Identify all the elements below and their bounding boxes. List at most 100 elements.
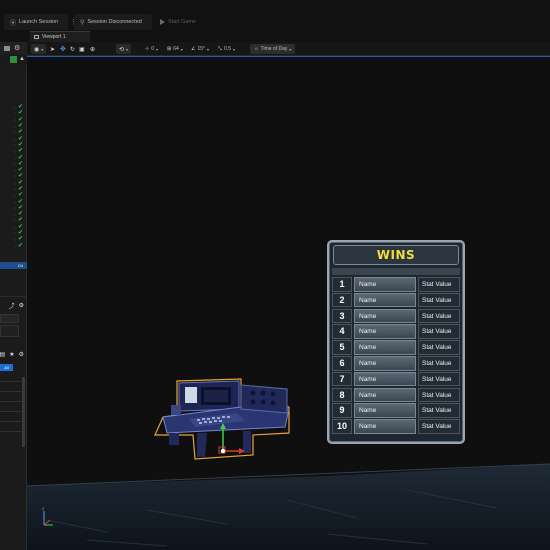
rotation-snap-setting[interactable]: ∠ 15° ▾ (191, 44, 209, 54)
check-icon: ✔ (17, 110, 23, 117)
row-options-icon[interactable]: ⋮ (13, 244, 16, 248)
check-icon: ✔ (17, 160, 23, 167)
selected-row-label: Dir (18, 263, 24, 268)
leaderboard-row: 3 Name Stat Value (332, 308, 460, 324)
row-options-icon[interactable]: ⋮ (13, 174, 16, 178)
leaderboard-row: 9 Name Stat Value (332, 403, 460, 418)
viewport-tab-label: Viewport 1 (42, 34, 66, 40)
leaderboard-row: 8 Name Stat Value (332, 387, 460, 403)
row-rank: 7 (332, 371, 352, 387)
view-options-button[interactable]: ◉ ▾ (31, 44, 47, 54)
row-options-icon[interactable]: ⋮ (13, 181, 16, 185)
scale-snap-value: 0.5 (224, 46, 231, 52)
folder-icon[interactable] (4, 45, 10, 51)
magnet-icon: ⊹ (145, 46, 150, 52)
filter-tag[interactable]: All (0, 364, 13, 371)
tab-viewport-1[interactable]: Viewport 1 (30, 31, 90, 42)
leaderboard-row: 6 Name Stat Value (332, 356, 460, 371)
row-options-icon[interactable]: ⋮ (13, 206, 16, 210)
rotate-tool[interactable]: ↻ (70, 44, 75, 54)
row-rank: 2 (332, 292, 352, 308)
check-icon: ✔ (17, 217, 23, 224)
outliner-row[interactable]: ⋮ ✔ (0, 243, 27, 249)
launch-session-label: Launch Session (19, 19, 59, 25)
row-options-icon[interactable]: ⋮ (13, 143, 16, 147)
scale-tool[interactable]: ▣ (79, 44, 85, 54)
wins-leaderboard[interactable]: WINS 1 Name Stat Value 2 Name Stat Value 3 Name… (327, 240, 465, 444)
grid-snap-setting[interactable]: ⊞ 64 ▾ (167, 44, 183, 54)
row-player-name: Name (354, 324, 416, 339)
warning-icon[interactable]: ▲ (19, 56, 25, 62)
share-icon[interactable]: ⤴ (9, 301, 15, 310)
row-options-icon[interactable]: ⋮ (13, 231, 16, 235)
row-options-icon[interactable]: ⋮ (13, 162, 16, 166)
time-of-day-label: Time of Day (260, 46, 288, 52)
row-player-name: Name (354, 387, 416, 403)
row-options-icon[interactable]: ⋮ (13, 193, 16, 197)
row-options-icon[interactable]: ⋮ (13, 237, 16, 241)
scrollbar[interactable] (22, 377, 25, 447)
check-icon: ✔ (17, 116, 23, 123)
panel-divider (0, 296, 27, 297)
outliner-selected-row[interactable]: Dir (0, 262, 27, 269)
visibility-icon[interactable] (10, 56, 17, 63)
snap-angle-setting[interactable]: ⊹ 0 ▾ (145, 44, 158, 54)
viewport-tab-row: Viewport 1 (0, 30, 550, 42)
row-options-icon[interactable]: ⋮ (13, 200, 16, 204)
check-icon: ✔ (17, 198, 23, 205)
world-local-toggle[interactable]: ⊕ (90, 44, 95, 54)
gear-icon[interactable]: ⚙ (14, 44, 20, 52)
row-stat-value: Stat Value (418, 324, 460, 339)
check-icon: ✔ (17, 104, 23, 111)
row-options-icon[interactable]: ⋮ (13, 118, 16, 122)
session-status-button[interactable]: ⚲ Session Disconnected (74, 14, 152, 30)
row-options-icon[interactable]: ⋮ (13, 149, 16, 153)
row-options-icon[interactable]: ⋮ (13, 212, 16, 216)
select-tool[interactable]: ➤ (50, 44, 55, 54)
row-options-icon[interactable]: ⋮ (13, 137, 16, 141)
row-rank: 10 (332, 419, 352, 434)
surface-snap-button[interactable]: ⟲ ▾ (116, 44, 132, 54)
level-viewport[interactable]: WINS 1 Name Stat Value 2 Name Stat Value 3 Name… (27, 57, 550, 550)
row-stat-value: Stat Value (418, 419, 460, 434)
row-options-icon[interactable]: ⋮ (13, 218, 16, 222)
row-options-icon[interactable]: ⋮ (13, 225, 16, 229)
check-icon: ✔ (17, 211, 23, 218)
details-field[interactable] (0, 325, 19, 337)
row-options-icon[interactable]: ⋮ (13, 187, 16, 191)
settings-icon[interactable]: ⚙ (19, 302, 24, 309)
outliner-toolbar: ⚙ (0, 42, 27, 54)
row-player-name: Name (354, 403, 416, 418)
row-rank: 1 (332, 277, 352, 292)
row-options-icon[interactable]: ⋮ (13, 168, 16, 172)
leaderboard-row: 4 Name Stat Value (332, 324, 460, 339)
check-icon: ✔ (17, 135, 23, 142)
grid-size-value: 64 (173, 46, 179, 52)
globe-icon: ⊕ (90, 46, 96, 53)
move-tool[interactable]: ✥ (60, 44, 66, 54)
divider (0, 411, 22, 412)
details-search-input[interactable] (0, 314, 19, 323)
arcade-console-prop[interactable] (149, 375, 295, 465)
time-of-day-button[interactable]: ☼ Time of Day ▾ (250, 44, 296, 54)
row-options-icon[interactable]: ⋮ (13, 156, 16, 160)
star-icon[interactable]: ★ (9, 351, 14, 358)
check-icon: ✔ (17, 223, 23, 230)
gear-icon-2[interactable]: ⚙ (19, 351, 24, 358)
row-options-icon[interactable]: ⋮ (13, 124, 16, 128)
leaderboard-header (332, 268, 460, 275)
row-player-name: Name (354, 356, 416, 371)
launch-session-button[interactable]: ⦿ Launch Session (4, 14, 68, 30)
start-game-button[interactable]: Start Game (154, 14, 204, 30)
row-options-icon[interactable]: ⋮ (13, 111, 16, 115)
row-player-name: Name (354, 419, 416, 434)
scale-snap-setting[interactable]: ⤡ 0.5 ▾ (218, 44, 235, 54)
row-rank: 4 (332, 324, 352, 339)
check-icon: ✔ (17, 148, 23, 155)
check-icon: ✔ (17, 236, 23, 243)
filter-icon[interactable]: ▤ (0, 351, 5, 358)
outliner-filter-row: ▲ (0, 55, 27, 65)
row-options-icon[interactable]: ⋮ (13, 130, 16, 134)
row-options-icon[interactable]: ⋮ (13, 105, 16, 109)
row-stat-value: Stat Value (418, 387, 460, 403)
